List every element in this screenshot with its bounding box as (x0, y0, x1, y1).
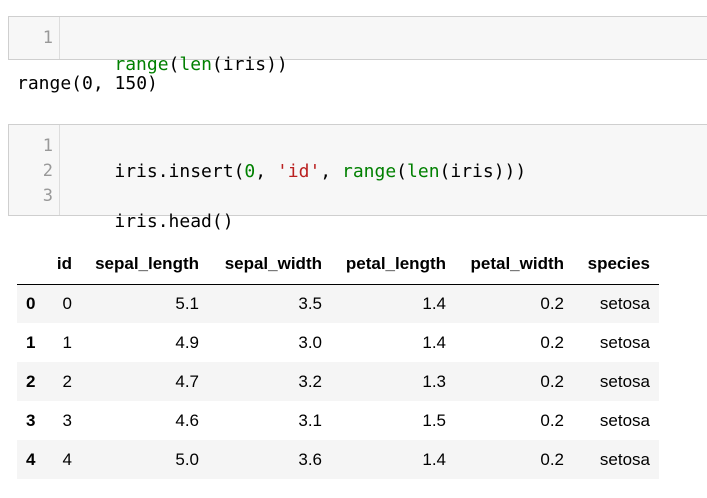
code-token: ( (396, 161, 408, 182)
row-index: 1 (26, 332, 36, 352)
row-index: 3 (26, 410, 36, 430)
table-row: 4 4 5.0 3.6 1.4 0.2 setosa (17, 440, 659, 479)
cell-petal-length: 1.3 (422, 371, 446, 391)
code-token: , (255, 161, 277, 182)
code-token: 0 (244, 161, 256, 182)
column-header-petal-length: petal_length (331, 244, 455, 285)
code-token: iris.insert( (114, 161, 245, 182)
line-number: 1 (42, 28, 53, 48)
cell-petal-length: 1.4 (422, 293, 446, 313)
cell-species: setosa (599, 449, 650, 469)
cell-id: 0 (62, 293, 72, 313)
line-number: 3 (42, 186, 53, 206)
row-index: 2 (26, 371, 36, 391)
cell-species: setosa (599, 332, 650, 352)
cell-sepal-length: 4.9 (175, 332, 199, 352)
code-token: 'id' (276, 161, 321, 182)
code-token: (iris))) (439, 161, 527, 182)
cell-sepal-width: 3.2 (298, 371, 322, 391)
code-cell-2[interactable]: 1 2 3 iris.insert(0, 'id', range(len(iri… (8, 124, 707, 232)
cell-sepal-length: 5.0 (175, 449, 199, 469)
line-number-gutter: 1 2 3 (9, 125, 60, 215)
cell-petal-width: 0.2 (540, 410, 564, 430)
cell-species: setosa (599, 371, 650, 391)
code-token: iris.head() (114, 211, 234, 232)
code-token: range (341, 161, 397, 182)
row-index: 0 (26, 293, 36, 313)
table-row: 1 1 4.9 3.0 1.4 0.2 setosa (17, 323, 659, 362)
column-header-index (17, 244, 46, 285)
cell-output-text: range(0, 150) (17, 73, 158, 94)
cell-sepal-width: 3.5 (298, 293, 322, 313)
cell-petal-width: 0.2 (540, 332, 564, 352)
cell-id: 2 (62, 371, 72, 391)
column-header-petal-width: petal_width (455, 244, 573, 285)
cell-sepal-length: 4.6 (175, 410, 199, 430)
cell-sepal-width: 3.0 (298, 332, 322, 352)
line-number: 2 (42, 161, 53, 181)
cell-species: setosa (599, 410, 650, 430)
column-header-id: id (46, 244, 81, 285)
line-number-gutter: 1 (9, 17, 60, 59)
code-token: (iris)) (211, 54, 288, 75)
dataframe-table: id sepal_length sepal_width petal_length… (17, 244, 659, 479)
cell-species: setosa (599, 293, 650, 313)
cell-petal-length: 1.5 (422, 410, 446, 430)
cell-id: 4 (62, 449, 72, 469)
table-header-row: id sepal_length sepal_width petal_length… (17, 244, 659, 285)
line-number: 1 (42, 136, 53, 156)
column-header-sepal-length: sepal_length (81, 244, 208, 285)
cell-sepal-width: 3.6 (298, 449, 322, 469)
code-token: , (320, 161, 342, 182)
column-header-sepal-width: sepal_width (208, 244, 331, 285)
code-token: ( (168, 54, 180, 75)
column-header-species: species (573, 244, 659, 285)
cell-petal-length: 1.4 (422, 332, 446, 352)
cell-petal-width: 0.2 (540, 293, 564, 313)
cell-petal-width: 0.2 (540, 449, 564, 469)
cell-petal-width: 0.2 (540, 371, 564, 391)
code-token: len (179, 54, 212, 75)
table-row: 2 2 4.7 3.2 1.3 0.2 setosa (17, 362, 659, 401)
code-token: len (407, 161, 440, 182)
cell-sepal-length: 4.7 (175, 371, 199, 391)
table-row: 0 0 5.1 3.5 1.4 0.2 setosa (17, 284, 659, 323)
cell-id: 1 (62, 332, 72, 352)
code-cell-1[interactable]: 1 range(len(iris)) (8, 16, 707, 75)
cell-sepal-width: 3.1 (298, 410, 322, 430)
cell-sepal-length: 5.1 (175, 293, 199, 313)
cell-petal-length: 1.4 (422, 449, 446, 469)
row-index: 4 (26, 449, 36, 469)
cell-id: 3 (62, 410, 72, 430)
table-row: 3 3 4.6 3.1 1.5 0.2 setosa (17, 401, 659, 440)
